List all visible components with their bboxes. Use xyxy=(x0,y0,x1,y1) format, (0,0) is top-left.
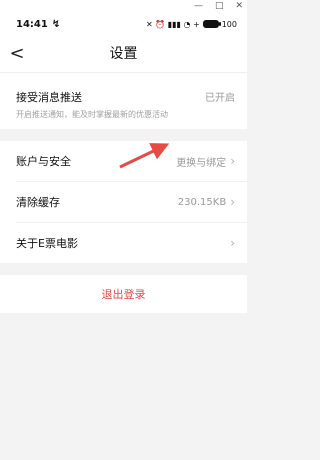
account-security-label: 账户与安全 xyxy=(16,155,71,168)
account-security-value: 更换与绑定 › xyxy=(176,154,235,169)
chevron-right-icon: › xyxy=(230,236,235,250)
status-right: ✕ ⏰ ▮▮▮ ◔ + 100 xyxy=(146,20,237,29)
window-controls: — □ ✕ xyxy=(194,1,243,11)
battery-icon xyxy=(202,20,221,28)
clear-cache-row[interactable]: 清除缓存 230.15KB › xyxy=(0,182,247,222)
clear-cache-label: 清除缓存 xyxy=(16,196,60,209)
settings-screen: — □ ✕ 14:41 ↯ ✕ ⏰ ▮▮▮ ◔ + 100 < 设置 接受消息推… xyxy=(0,0,247,460)
close-icon[interactable]: ✕ xyxy=(235,1,243,11)
window-chrome: — □ ✕ xyxy=(0,0,247,14)
battery-level: 100 xyxy=(221,19,237,29)
usb-icon: ↯ xyxy=(51,18,61,30)
status-time: 14:41 xyxy=(16,18,48,30)
push-label: 接受消息推送 xyxy=(16,90,82,104)
cache-size: 230.15KB xyxy=(177,196,227,208)
push-row-top: 接受消息推送 已开启 xyxy=(16,89,235,105)
page-title: 设置 xyxy=(109,46,138,62)
chevron-right-icon: › xyxy=(230,195,235,209)
status-icons: ✕ ⏰ ▮▮▮ ◔ + xyxy=(145,19,200,29)
account-security-row[interactable]: 账户与安全 更换与绑定 › xyxy=(0,141,247,181)
push-row[interactable]: 接受消息推送 已开启 开启推送通知，能及时掌握最新的优惠活动 xyxy=(0,73,247,129)
maximize-icon[interactable]: □ xyxy=(215,1,224,11)
push-status: 已开启 xyxy=(205,93,235,104)
account-security-value-text: 更换与绑定 xyxy=(176,157,227,169)
clear-cache-value: 230.15KB › xyxy=(178,195,235,209)
logout-button[interactable]: 退出登录 xyxy=(0,275,247,313)
push-subtitle: 开启推送通知，能及时掌握最新的优惠活动 xyxy=(16,109,168,119)
minimize-icon[interactable]: — xyxy=(194,1,203,11)
about-label: 关于E票电影 xyxy=(16,237,78,250)
status-bar: 14:41 ↯ ✕ ⏰ ▮▮▮ ◔ + 100 xyxy=(0,14,247,34)
about-value: › xyxy=(226,236,235,250)
about-row[interactable]: 关于E票电影 › xyxy=(0,223,247,263)
chevron-right-icon: › xyxy=(230,154,235,168)
push-section: 接受消息推送 已开启 开启推送通知，能及时掌握最新的优惠活动 xyxy=(0,73,247,129)
top-nav: < 设置 xyxy=(0,34,247,73)
status-left: 14:41 ↯ xyxy=(16,19,60,30)
settings-section: 账户与安全 更换与绑定 › 清除缓存 230.15KB › 关于E票电影 › xyxy=(0,141,247,263)
